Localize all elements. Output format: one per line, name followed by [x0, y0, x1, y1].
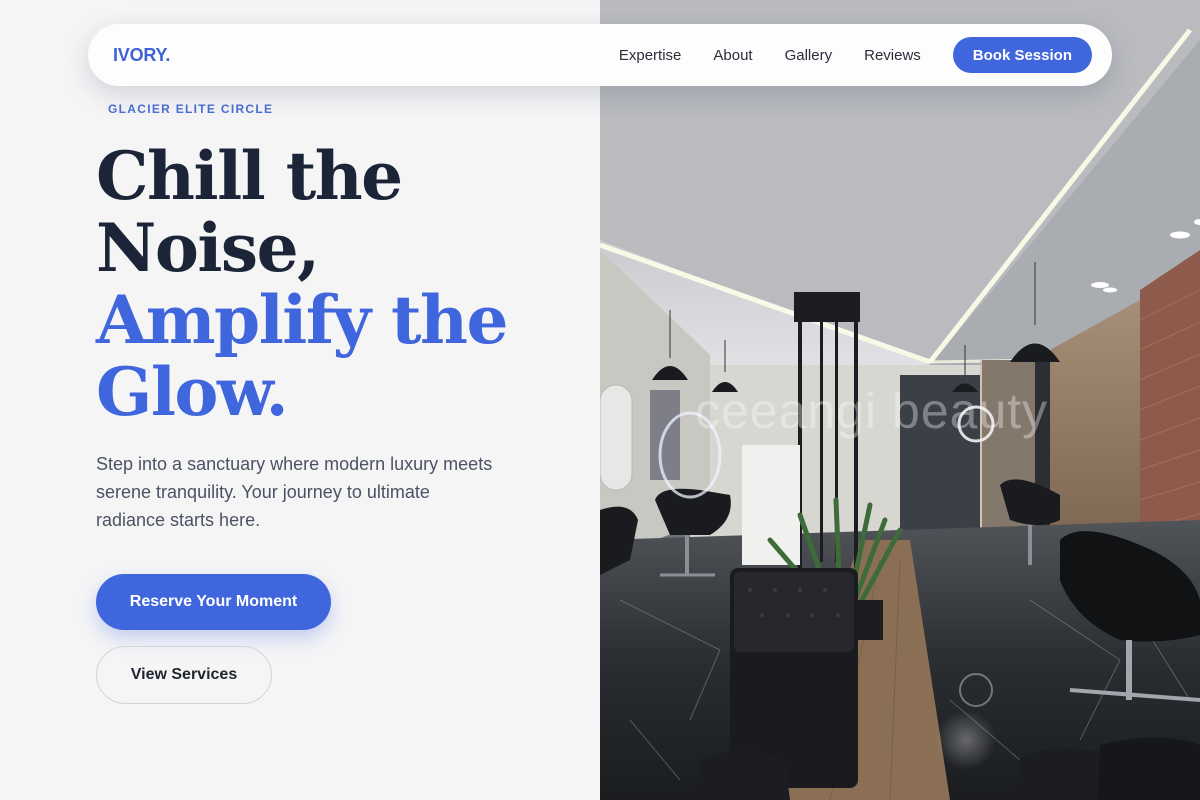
- nav-link-gallery[interactable]: Gallery: [785, 47, 833, 64]
- salon-photo-panel: ceeangi beauty: [600, 0, 1200, 800]
- nav-link-expertise[interactable]: Expertise: [619, 47, 682, 64]
- salon-interior-image: ceeangi beauty: [600, 0, 1200, 800]
- brand-logo[interactable]: IVORY.: [113, 45, 170, 66]
- nav-links: Expertise About Gallery Reviews Book Ses…: [619, 37, 1092, 73]
- photo-watermark: ceeangi beauty: [695, 383, 1048, 439]
- hero-description: Step into a sanctuary where modern luxur…: [96, 454, 493, 530]
- headline-line-1: Chill the: [96, 137, 403, 215]
- headline-line-2: Noise,: [96, 209, 320, 287]
- headline-line-3: Amplify the: [96, 281, 509, 359]
- top-navigation-bar: IVORY. Expertise About Gallery Reviews B…: [88, 24, 1112, 86]
- headline-line-4: Glow.: [96, 353, 289, 431]
- book-session-button[interactable]: Book Session: [952, 37, 1092, 73]
- nav-link-reviews[interactable]: Reviews: [864, 47, 921, 64]
- nav-link-about[interactable]: About: [713, 47, 752, 64]
- view-services-button[interactable]: View Services: [96, 646, 272, 704]
- hero-eyebrow: GLACIER ELITE CIRCLE: [108, 102, 274, 116]
- reserve-moment-button[interactable]: Reserve Your Moment: [96, 574, 331, 630]
- hero-headline: Chill the Noise, Amplify the Glow.: [96, 140, 576, 428]
